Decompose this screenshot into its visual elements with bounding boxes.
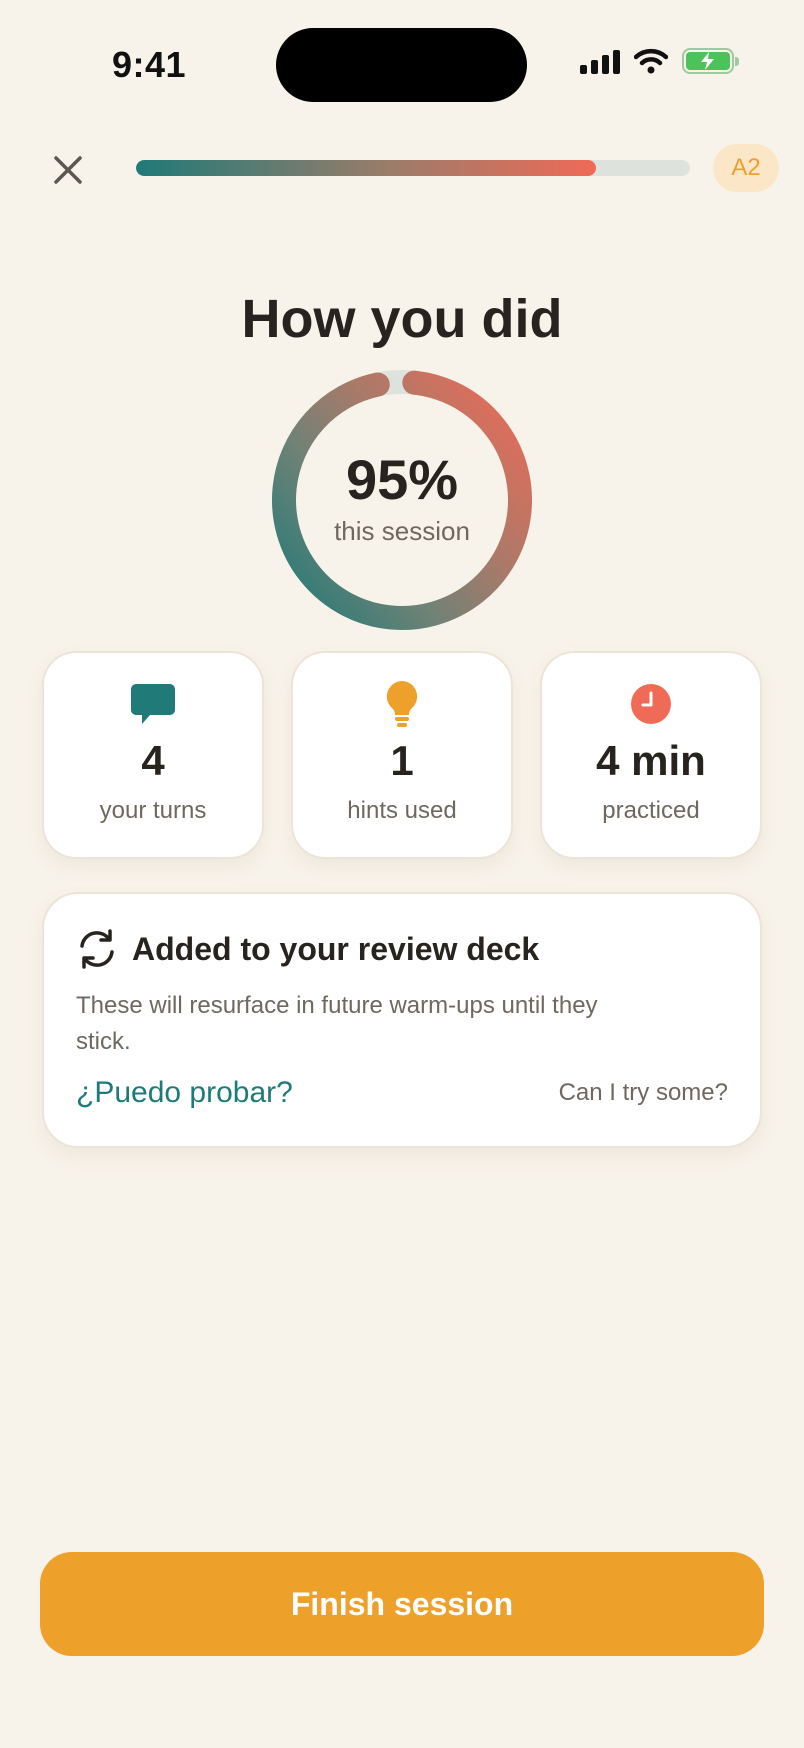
score-center: 95% this session	[266, 364, 538, 636]
review-header: Added to your review deck	[76, 928, 539, 970]
wifi-icon	[634, 48, 668, 74]
review-deck-card: Added to your review deck These will res…	[42, 892, 762, 1148]
stat-label: your turns	[99, 797, 207, 824]
review-description: These will resurface in future warm-ups …	[76, 992, 598, 1055]
score-label: this session	[334, 516, 470, 546]
finish-session-button[interactable]: Finish session	[40, 1552, 764, 1656]
refresh-icon	[80, 929, 114, 969]
stat-label: hints used	[347, 797, 457, 824]
stat-card-turns: 4 your turns	[42, 651, 264, 859]
stat-label: practiced	[602, 797, 700, 824]
status-time: 9:41	[112, 44, 187, 85]
stat-value: 4 min	[596, 737, 706, 784]
review-title: Added to your review deck	[132, 930, 540, 967]
stat-value: 4	[141, 737, 165, 784]
lightbulb-icon	[385, 679, 419, 729]
status-icons	[580, 48, 739, 74]
chat-bubble-icon	[130, 679, 176, 729]
close-icon	[54, 156, 82, 184]
stat-card-hints: 1 hints used	[291, 651, 513, 859]
clock-icon	[630, 679, 672, 729]
score-value: 95%	[345, 448, 459, 511]
phrase-english: Can I try some?	[558, 1079, 728, 1106]
review-phrase-row[interactable]: ¿Puedo probar? Can I try some?	[76, 1076, 728, 1110]
session-progress-fill	[136, 160, 596, 176]
cellular-signal-icon	[580, 48, 620, 74]
session-progress-bar	[136, 160, 690, 176]
level-badge: A2	[713, 144, 779, 192]
stat-value: 1	[390, 737, 414, 784]
status-bar: 9:41	[0, 0, 804, 130]
dynamic-island	[276, 28, 527, 102]
battery-icon	[682, 48, 739, 74]
phrase-spanish[interactable]: ¿Puedo probar?	[76, 1076, 293, 1110]
page-title: How you did	[241, 289, 563, 349]
stat-card-time: 4 min practiced	[540, 651, 762, 859]
close-button[interactable]	[44, 146, 92, 194]
